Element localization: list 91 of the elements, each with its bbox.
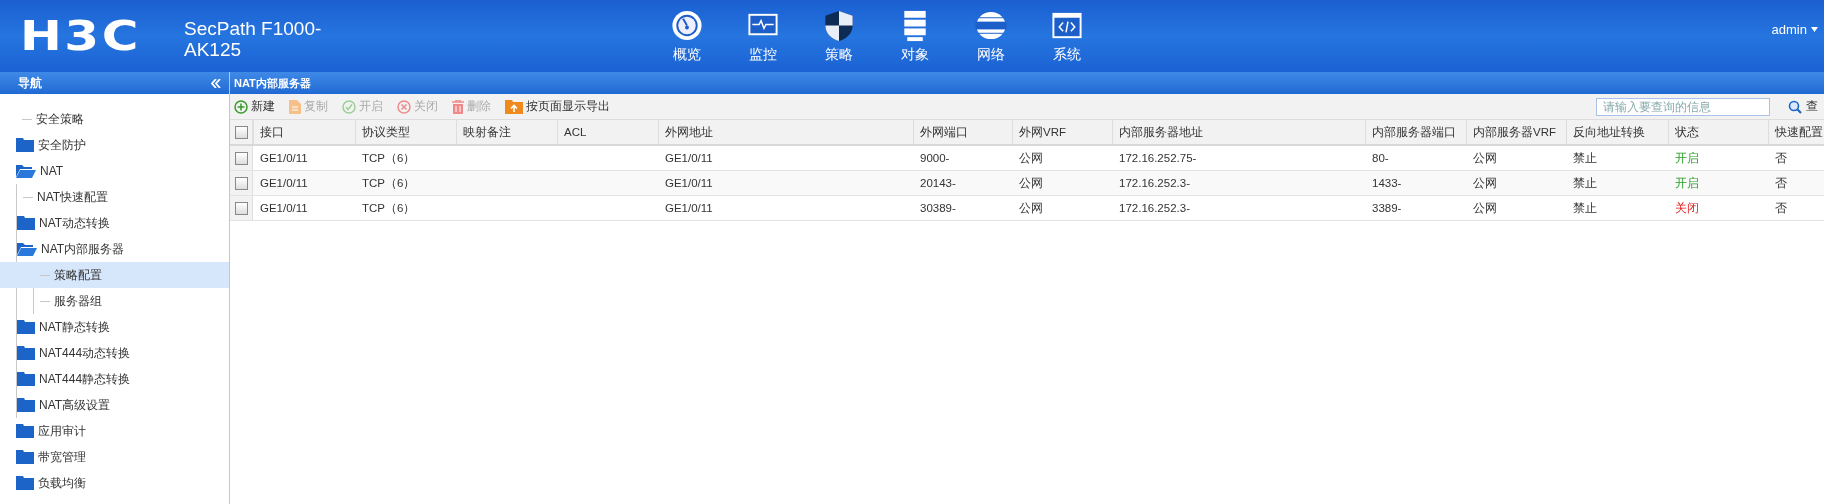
product-name: SecPath F1000-AK125 <box>184 18 323 60</box>
column-header[interactable]: 内部服务器地址 <box>1119 124 1203 140</box>
column-header[interactable]: 反向地址转换 <box>1573 124 1645 140</box>
nav-tab[interactable]: 策略 <box>817 8 861 64</box>
column-header[interactable]: 映射备注 <box>463 124 511 140</box>
checkbox[interactable] <box>234 201 248 215</box>
table-cell: 9000- <box>920 152 950 164</box>
nav-tab[interactable]: 监控 <box>741 8 785 64</box>
status-text: 关闭 <box>1675 200 1699 216</box>
user-menu[interactable]: admin <box>1771 22 1818 37</box>
column-header[interactable]: ACL <box>564 126 587 138</box>
tree-item[interactable]: 带宽管理 <box>38 446 86 468</box>
table-cell: 公网 <box>1473 200 1497 216</box>
tree-item[interactable]: NAT高级设置 <box>39 394 111 416</box>
table-cell: GE1/0/11 <box>665 202 713 214</box>
search-button[interactable]: 查 <box>1784 98 1820 115</box>
table-cell: 172.16.252.3- <box>1119 177 1190 189</box>
column-header[interactable]: 外网VRF <box>1019 124 1066 140</box>
table-cell: 30389- <box>920 202 956 214</box>
status-text: 开启 <box>1675 150 1699 166</box>
tree-item[interactable]: NAT动态转换 <box>39 212 111 234</box>
tree-item[interactable]: NAT444动态转换 <box>39 342 131 364</box>
table-cell: 禁止 <box>1573 150 1597 166</box>
column-header[interactable]: 协议类型 <box>362 124 410 140</box>
table-cell: 否 <box>1775 150 1787 166</box>
checkbox[interactable] <box>234 176 248 190</box>
shield-icon <box>822 8 856 43</box>
checkbox[interactable] <box>234 151 248 165</box>
status-text: 开启 <box>1675 175 1699 191</box>
table-cell: 公网 <box>1019 150 1043 166</box>
table-cell: GE1/0/11 <box>260 177 308 189</box>
nav-tab[interactable]: 对象 <box>893 8 937 64</box>
toolbar-button[interactable]: 按页面显示导出 <box>505 98 610 115</box>
panel-title: NAT内部服务器 <box>234 75 311 91</box>
column-header[interactable]: 内部服务器端口 <box>1372 124 1456 140</box>
trash-icon <box>452 99 464 114</box>
nav-tab[interactable]: 网络 <box>969 8 1013 64</box>
gauge-icon <box>670 8 704 43</box>
table-cell: 禁止 <box>1573 200 1597 216</box>
tree-item[interactable]: NAT <box>40 162 64 180</box>
tree-item[interactable]: 服务器组 <box>54 290 102 312</box>
document-icon <box>289 99 301 114</box>
search-icon <box>1788 99 1802 114</box>
collapse-icon[interactable] <box>211 78 221 88</box>
close-icon <box>397 99 411 114</box>
table-cell: 3389- <box>1372 202 1402 214</box>
tree-item[interactable]: 安全防护 <box>38 134 86 156</box>
table-cell: GE1/0/11 <box>260 152 308 164</box>
table-cell: GE1/0/11 <box>260 202 308 214</box>
check-icon <box>342 99 356 114</box>
tree-item[interactable]: 安全策略 <box>36 108 84 130</box>
table-cell: TCP（6） <box>362 175 416 191</box>
table-cell: 否 <box>1775 175 1787 191</box>
table-cell: 公网 <box>1019 175 1043 191</box>
logo-text: H3C <box>20 13 142 59</box>
upload-folder-icon <box>505 99 523 114</box>
tree-item[interactable]: NAT静态转换 <box>39 316 111 338</box>
table-cell: TCP（6） <box>362 150 416 166</box>
tree-item[interactable]: 负载均衡 <box>38 472 86 494</box>
column-header[interactable]: 外网地址 <box>665 124 713 140</box>
tree-item[interactable]: NAT内部服务器 <box>41 238 125 260</box>
column-header[interactable]: 快速配置 <box>1775 124 1823 140</box>
column-header[interactable]: 外网端口 <box>920 124 968 140</box>
table-cell: 1433- <box>1372 177 1402 189</box>
caret-icon <box>1811 27 1818 32</box>
table-cell: 否 <box>1775 200 1787 216</box>
panel-title: 导航 <box>18 74 42 92</box>
table-cell: 20143- <box>920 177 956 189</box>
search-field[interactable]: 请输入要查询的信息 <box>1596 97 1770 116</box>
tree-item[interactable]: NAT444静态转换 <box>39 368 131 390</box>
column-header[interactable]: 状态 <box>1675 124 1699 140</box>
table-cell: 禁止 <box>1573 175 1597 191</box>
nav-tab[interactable]: 概览 <box>665 8 709 64</box>
table-cell: GE1/0/11 <box>665 177 713 189</box>
table-cell: 172.16.252.3- <box>1119 202 1190 214</box>
toolbar-button[interactable]: 新建 <box>234 98 275 115</box>
plus-icon <box>234 99 248 114</box>
table-cell: 公网 <box>1019 200 1043 216</box>
checkbox[interactable] <box>234 125 248 139</box>
tree-item[interactable]: 应用审计 <box>38 420 86 442</box>
tree-item[interactable]: NAT快速配置 <box>37 186 109 208</box>
table-cell: 172.16.252.75- <box>1119 152 1197 164</box>
tree-item[interactable]: 策略配置 <box>54 264 102 286</box>
column-header[interactable]: 接口 <box>260 124 284 140</box>
table-cell: 公网 <box>1473 175 1497 191</box>
table-cell: TCP（6） <box>362 200 416 216</box>
table-cell: 80- <box>1372 152 1389 164</box>
column-header[interactable]: 内部服务器VRF <box>1473 124 1556 140</box>
table-cell: 公网 <box>1473 150 1497 166</box>
nav-tab[interactable]: 系统 <box>1045 8 1089 64</box>
table-cell: GE1/0/11 <box>665 152 713 164</box>
